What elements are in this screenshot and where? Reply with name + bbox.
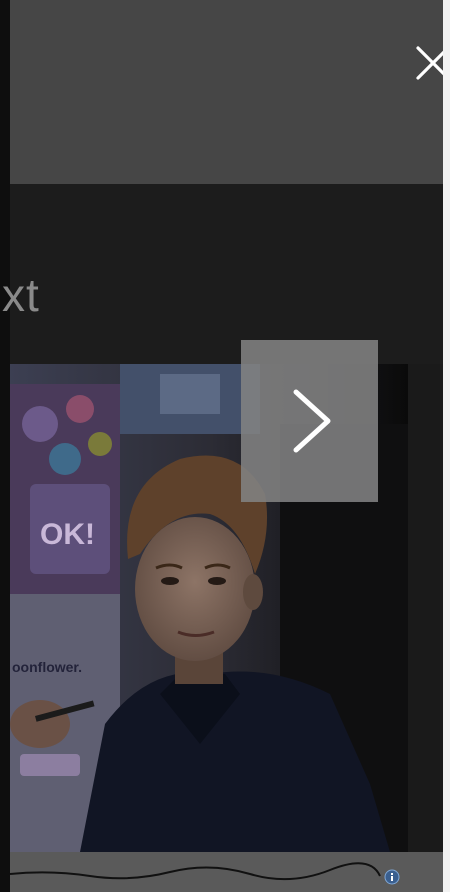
signature-line: [9, 862, 381, 881]
lightbox-top-bar: [10, 0, 443, 184]
left-edge-strip: [0, 0, 10, 892]
next-button[interactable]: [241, 340, 378, 502]
lightbox-overlay: xt OK! oonflower.: [0, 0, 450, 892]
poster-text: OK!: [40, 518, 95, 551]
sign-text: oonflower.: [12, 659, 82, 675]
caption-strip: [9, 852, 443, 892]
chevron-right-icon: [293, 389, 331, 453]
title-fragment: xt: [2, 269, 40, 321]
caption-area: [10, 184, 443, 364]
info-icon[interactable]: [384, 869, 400, 885]
right-edge-border: [443, 0, 450, 892]
